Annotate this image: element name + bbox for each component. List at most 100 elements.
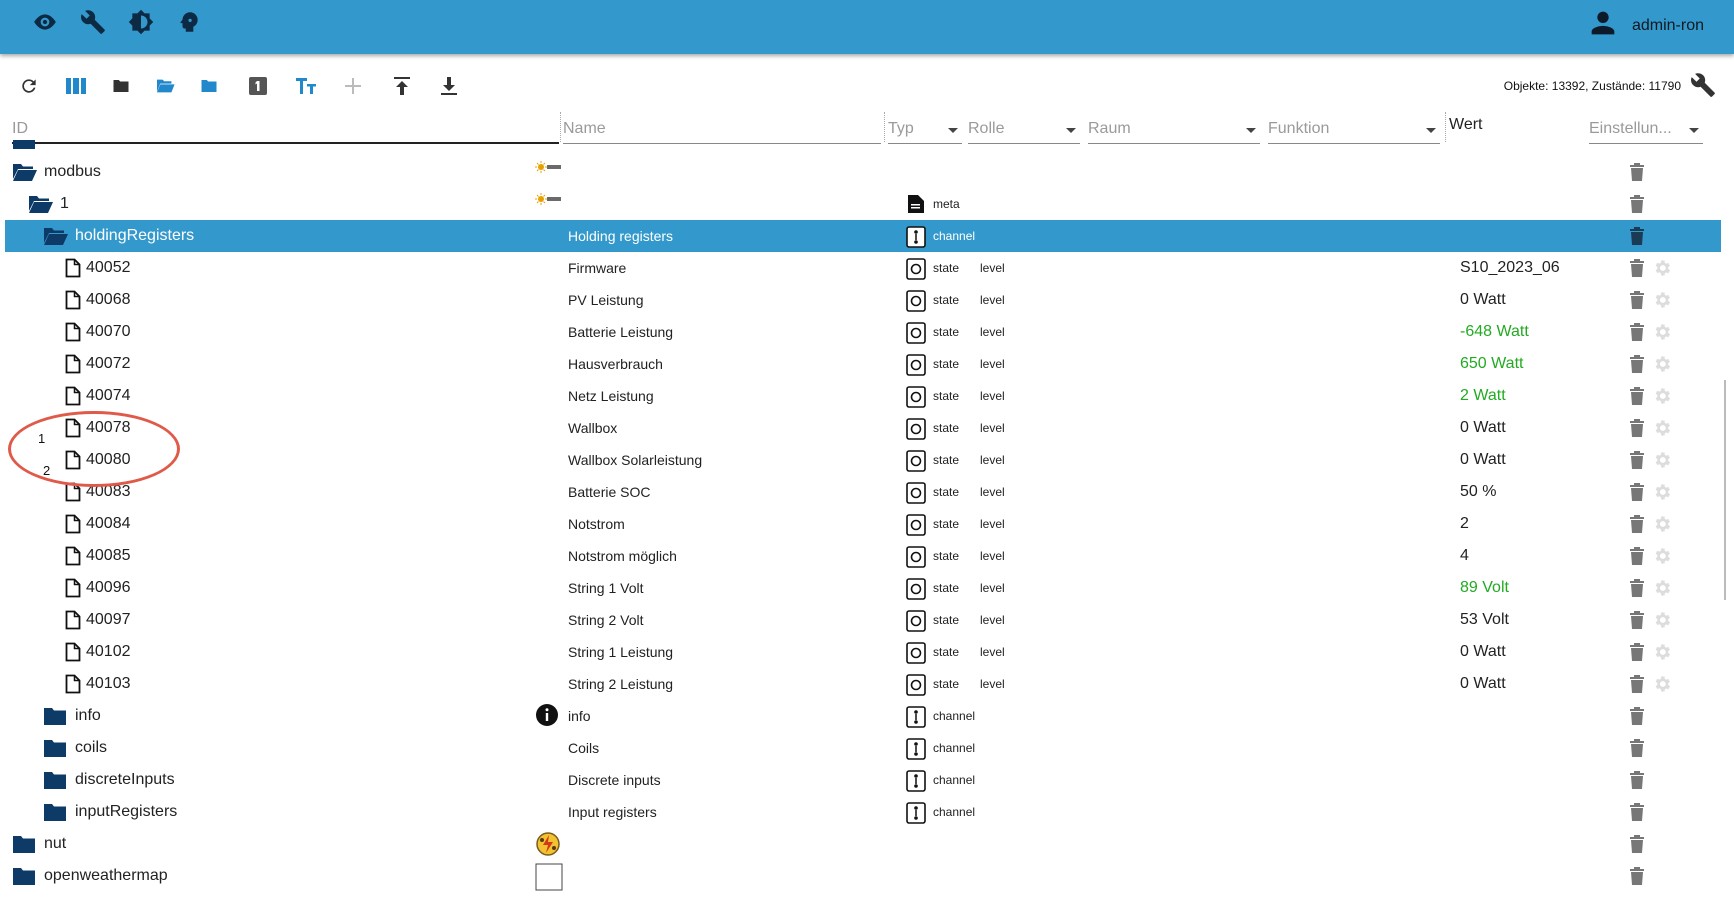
file-icon[interactable] <box>65 578 85 598</box>
object-id[interactable]: 40097 <box>86 611 131 629</box>
delete-icon[interactable] <box>1629 546 1649 568</box>
object-id[interactable]: 40084 <box>86 515 131 533</box>
object-id[interactable]: 40102 <box>86 643 131 661</box>
tree-row-inputregisters[interactable]: inputRegisters Input registers channel <box>5 796 1721 828</box>
user-menu[interactable]: admin-ron <box>1586 6 1704 45</box>
delete-icon[interactable] <box>1629 418 1649 440</box>
folder-open-icon[interactable] <box>12 162 40 182</box>
file-icon[interactable] <box>65 514 85 534</box>
settings-wrench-icon[interactable] <box>1690 72 1718 100</box>
folder-icon[interactable] <box>43 706 71 726</box>
folder-icon[interactable] <box>12 866 40 886</box>
folder-icon[interactable] <box>43 770 71 790</box>
tree-row-40103[interactable]: 40103 String 2 Leistung state level 0 Watt <box>5 668 1721 700</box>
object-id[interactable]: info <box>75 707 101 725</box>
object-value[interactable]: S10_2023_06 <box>1460 259 1560 277</box>
object-id[interactable]: 40072 <box>86 355 131 373</box>
delete-icon[interactable] <box>1629 386 1649 408</box>
tree-row-1[interactable]: 1 meta <box>5 188 1721 220</box>
tree-row-40083[interactable]: 40083 Batterie SOC state level 50 % <box>5 476 1721 508</box>
settings-gear-icon[interactable] <box>1652 514 1674 536</box>
text-size-icon[interactable] <box>294 74 318 98</box>
delete-icon[interactable] <box>1629 450 1649 472</box>
delete-icon[interactable] <box>1629 866 1649 888</box>
tree-row-info[interactable]: info info channel <box>5 700 1721 732</box>
file-icon[interactable] <box>65 290 85 310</box>
tree-row-40074[interactable]: 40074 Netz Leistung state level 2 Watt <box>5 380 1721 412</box>
object-id[interactable]: 40070 <box>86 323 131 341</box>
tree-row-nut[interactable]: nut <box>5 828 1721 860</box>
tree-row-40085[interactable]: 40085 Notstrom möglich state level 4 <box>5 540 1721 572</box>
object-value[interactable]: 0 Watt <box>1460 419 1506 437</box>
settings-gear-icon[interactable] <box>1652 546 1674 568</box>
folder-icon[interactable] <box>12 140 40 150</box>
expert-head-icon[interactable] <box>176 9 202 35</box>
settings-gear-icon[interactable] <box>1652 290 1674 312</box>
tree-row-modbus[interactable]: modbus <box>5 156 1721 188</box>
object-id[interactable]: holdingRegisters <box>75 227 194 245</box>
object-value[interactable]: 4 <box>1460 547 1469 565</box>
object-id[interactable]: nut <box>44 835 66 853</box>
settings-gear-icon[interactable] <box>1652 578 1674 600</box>
tree-row-40084[interactable]: 40084 Notstrom state level 2 <box>5 508 1721 540</box>
folder-icon[interactable] <box>197 74 221 98</box>
download-icon[interactable] <box>437 74 461 98</box>
delete-icon[interactable] <box>1629 354 1649 376</box>
tree-row-40070[interactable]: 40070 Batterie Leistung state level -648 Wat… <box>5 316 1721 348</box>
raum-filter-select[interactable]: Raum <box>1088 110 1260 144</box>
delete-icon[interactable] <box>1629 802 1649 824</box>
delete-icon[interactable] <box>1629 610 1649 632</box>
delete-icon[interactable] <box>1629 674 1649 696</box>
folder-closed-icon[interactable] <box>109 74 133 98</box>
file-icon[interactable] <box>65 674 85 694</box>
delete-icon[interactable] <box>1629 706 1649 728</box>
delete-icon[interactable] <box>1629 226 1649 248</box>
file-icon[interactable] <box>65 354 85 374</box>
folder-open-icon[interactable] <box>153 74 177 98</box>
settings-gear-icon[interactable] <box>1652 610 1674 632</box>
settings-gear-icon[interactable] <box>1652 354 1674 376</box>
settings-filter-select[interactable]: Einstellun... <box>1589 110 1703 144</box>
scrollbar[interactable] <box>1724 380 1726 600</box>
columns-icon[interactable] <box>64 74 88 98</box>
object-value[interactable]: 53 Volt <box>1460 611 1509 629</box>
tree-row-40072[interactable]: 40072 Hausverbrauch state level 650 Watt <box>5 348 1721 380</box>
folder-icon[interactable] <box>43 802 71 822</box>
object-id[interactable]: 40096 <box>86 579 131 597</box>
settings-gear-icon[interactable] <box>1652 450 1674 472</box>
delete-icon[interactable] <box>1629 482 1649 504</box>
tree-row-holdingregisters[interactable]: holdingRegisters Holding registers channel <box>5 220 1721 252</box>
folder-open-icon[interactable] <box>28 194 56 214</box>
tree-row-coils[interactable]: coils Coils channel <box>5 732 1721 764</box>
tree-row-discreteinputs[interactable]: discreteInputs Discrete inputs channel <box>5 764 1721 796</box>
file-icon[interactable] <box>65 386 85 406</box>
delete-icon[interactable] <box>1629 162 1649 184</box>
delete-icon[interactable] <box>1629 578 1649 600</box>
tree-row-40080[interactable]: 40080 Wallbox Solarleistung state level 0 Wa… <box>5 444 1721 476</box>
folder-open-icon[interactable] <box>43 226 71 246</box>
add-icon[interactable] <box>341 74 365 98</box>
delete-icon[interactable] <box>1629 290 1649 312</box>
settings-gear-icon[interactable] <box>1652 418 1674 440</box>
settings-gear-icon[interactable] <box>1652 642 1674 664</box>
folder-icon[interactable] <box>43 738 71 758</box>
tree-row-40102[interactable]: 40102 String 1 Leistung state level 0 Watt <box>5 636 1721 668</box>
delete-icon[interactable] <box>1629 642 1649 664</box>
tree-row-40097[interactable]: 40097 String 2 Volt state level 53 Volt <box>5 604 1721 636</box>
tree-row-material[interactable]: materialmaterial <box>5 140 1721 156</box>
wrench-icon[interactable] <box>80 9 106 35</box>
delete-icon[interactable] <box>1629 322 1649 344</box>
object-id[interactable]: 40085 <box>86 547 131 565</box>
object-id[interactable]: discreteInputs <box>75 771 175 789</box>
file-icon[interactable] <box>65 642 85 662</box>
delete-icon[interactable] <box>1629 770 1649 792</box>
object-value[interactable]: 0 Watt <box>1460 451 1506 469</box>
object-value[interactable]: 0 Watt <box>1460 643 1506 661</box>
upload-icon[interactable] <box>390 74 414 98</box>
folder-icon[interactable] <box>12 834 40 854</box>
object-value[interactable]: 2 <box>1460 515 1469 533</box>
file-icon[interactable] <box>65 610 85 630</box>
tree-row-40068[interactable]: 40068 PV Leistung state level 0 Watt <box>5 284 1721 316</box>
delete-icon[interactable] <box>1629 514 1649 536</box>
funktion-filter-select[interactable]: Funktion <box>1268 110 1440 144</box>
